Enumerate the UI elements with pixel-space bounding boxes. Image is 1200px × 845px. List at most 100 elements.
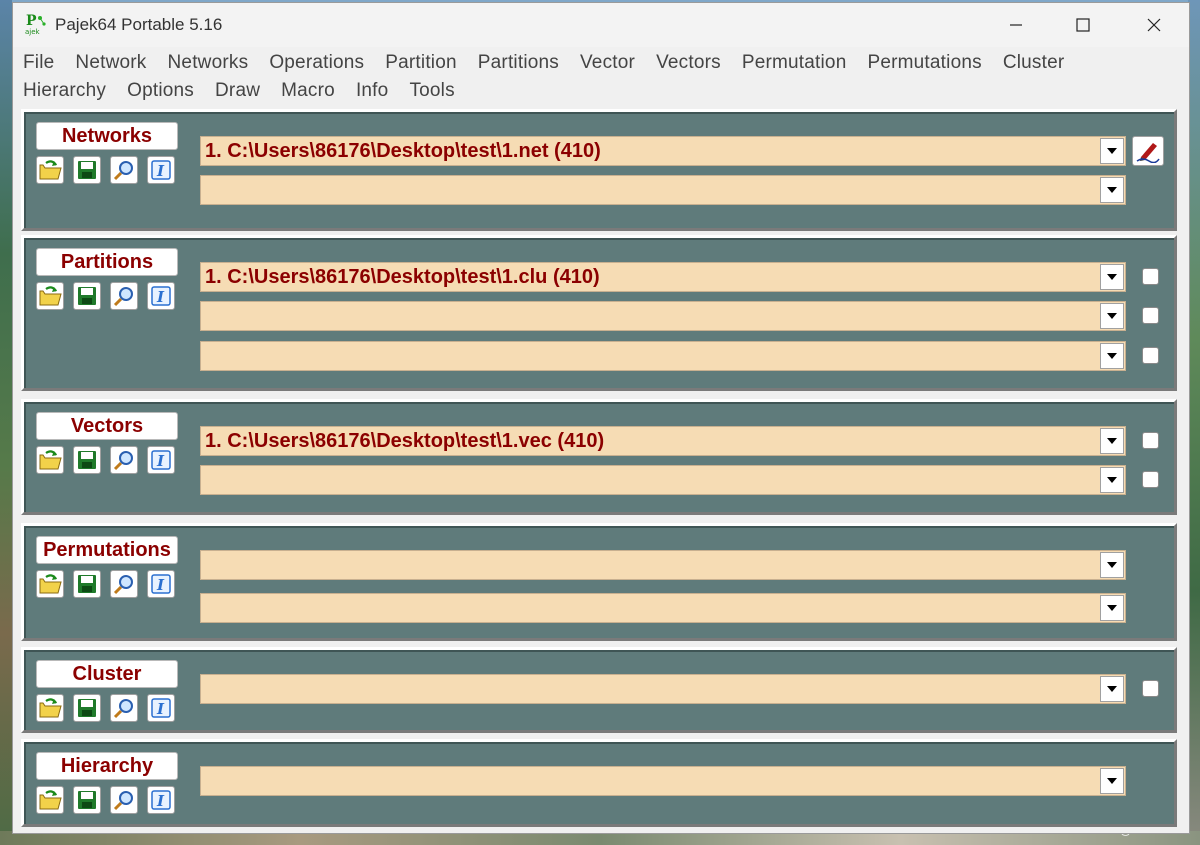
networks-combo-2-dropdown[interactable] [1100, 177, 1124, 203]
networks-open-button[interactable] [36, 156, 64, 184]
permutations-combo-1[interactable] [200, 550, 1126, 580]
partitions-checkbox-1[interactable] [1142, 268, 1159, 285]
menu-permutations[interactable]: Permutations [867, 52, 981, 74]
vectors-view-button[interactable] [110, 446, 138, 474]
cluster-view-button[interactable] [110, 694, 138, 722]
cluster-combo-1-dropdown[interactable] [1100, 676, 1124, 702]
menu-file[interactable]: File [23, 52, 54, 74]
menu-operations[interactable]: Operations [269, 52, 364, 74]
network-edit-button[interactable] [1132, 136, 1164, 166]
menu-macro[interactable]: Macro [281, 80, 335, 102]
networks-save-button[interactable] [73, 156, 101, 184]
vectors-checkbox-2[interactable] [1142, 471, 1159, 488]
hierarchy-combo-1-dropdown[interactable] [1100, 768, 1124, 794]
permutations-save-button[interactable] [73, 570, 101, 598]
maximize-button[interactable] [1060, 3, 1106, 47]
menu-network[interactable]: Network [75, 52, 146, 74]
menu-row-1: File Network Networks Operations Partiti… [23, 49, 1189, 77]
vectors-combo-1-dropdown[interactable] [1100, 428, 1124, 454]
permutations-combo-2[interactable] [200, 593, 1126, 623]
hierarchy-info-button[interactable]: I [147, 786, 175, 814]
partitions-combo-3-dropdown[interactable] [1100, 343, 1124, 369]
chevron-down-icon [1107, 274, 1117, 280]
partitions-toolbar: I [36, 282, 175, 310]
hierarchy-panel: Hierarchy I [21, 739, 1177, 827]
permutations-info-button[interactable]: I [147, 570, 175, 598]
partitions-combo-1-dropdown[interactable] [1100, 264, 1124, 290]
networks-view-button[interactable] [110, 156, 138, 184]
menu-networks[interactable]: Networks [168, 52, 249, 74]
save-disk-icon [78, 699, 96, 717]
vectors-panel: Vectors I 1. C:\Users\86176\Desktop\test… [21, 399, 1177, 515]
permutations-combo-2-dropdown[interactable] [1100, 595, 1124, 621]
networks-combo-1[interactable]: 1. C:\Users\86176\Desktop\test\1.net (41… [200, 136, 1126, 166]
menu-tools[interactable]: Tools [409, 80, 454, 102]
open-folder-icon [39, 790, 62, 810]
vectors-button[interactable]: Vectors [36, 412, 178, 440]
permutations-button[interactable]: Permutations [36, 536, 178, 564]
save-disk-icon [78, 575, 96, 593]
partitions-button[interactable]: Partitions [36, 248, 178, 276]
networks-combo-2[interactable] [200, 175, 1126, 205]
minimize-icon [1010, 24, 1022, 26]
save-disk-icon [78, 287, 96, 305]
cluster-combo-1[interactable] [200, 674, 1126, 704]
permutations-view-button[interactable] [110, 570, 138, 598]
networks-combo-1-dropdown[interactable] [1100, 138, 1124, 164]
hierarchy-combo-1[interactable] [200, 766, 1126, 796]
menu-vectors[interactable]: Vectors [656, 52, 721, 74]
networks-combo-1-value: 1. C:\Users\86176\Desktop\test\1.net (41… [205, 140, 601, 162]
menu-partitions[interactable]: Partitions [478, 52, 559, 74]
partitions-checkbox-3[interactable] [1142, 347, 1159, 364]
hierarchy-save-button[interactable] [73, 786, 101, 814]
menu-info[interactable]: Info [356, 80, 389, 102]
partitions-combo-2[interactable] [200, 301, 1126, 331]
hierarchy-open-button[interactable] [36, 786, 64, 814]
menu-draw[interactable]: Draw [215, 80, 260, 102]
cluster-open-button[interactable] [36, 694, 64, 722]
partitions-panel: Partitions I 1. C:\Users\86176\Desktop\t… [21, 235, 1177, 391]
vectors-save-button[interactable] [73, 446, 101, 474]
vectors-combo-1-value: 1. C:\Users\86176\Desktop\test\1.vec (41… [205, 430, 605, 452]
permutations-open-button[interactable] [36, 570, 64, 598]
svg-text:ajek: ajek [25, 28, 41, 36]
vectors-checkbox-1[interactable] [1142, 432, 1159, 449]
minimize-button[interactable] [993, 3, 1039, 47]
cluster-info-button[interactable]: I [147, 694, 175, 722]
vectors-combo-2[interactable] [200, 465, 1126, 495]
vectors-open-button[interactable] [36, 446, 64, 474]
close-button[interactable] [1131, 3, 1177, 47]
cluster-toolbar: I [36, 694, 175, 722]
partitions-combo-2-dropdown[interactable] [1100, 303, 1124, 329]
menu-cluster[interactable]: Cluster [1003, 52, 1065, 74]
menu-hierarchy[interactable]: Hierarchy [23, 80, 106, 102]
partitions-save-button[interactable] [73, 282, 101, 310]
maximize-icon [1076, 18, 1090, 32]
hierarchy-view-button[interactable] [110, 786, 138, 814]
networks-info-button[interactable]: I [147, 156, 175, 184]
menu-options[interactable]: Options [127, 80, 194, 102]
partitions-info-button[interactable]: I [147, 282, 175, 310]
vectors-combo-1[interactable]: 1. C:\Users\86176\Desktop\test\1.vec (41… [200, 426, 1126, 456]
cluster-save-button[interactable] [73, 694, 101, 722]
cluster-button[interactable]: Cluster [36, 660, 178, 688]
info-icon: I [151, 160, 171, 180]
partitions-combo-3[interactable] [200, 341, 1126, 371]
menu-partition[interactable]: Partition [385, 52, 457, 74]
cluster-checkbox-1[interactable] [1142, 680, 1159, 697]
networks-button[interactable]: Networks [36, 122, 178, 150]
partitions-view-button[interactable] [110, 282, 138, 310]
open-folder-icon [39, 160, 62, 180]
save-disk-icon [78, 791, 96, 809]
vectors-combo-2-dropdown[interactable] [1100, 467, 1124, 493]
permutations-combo-1-dropdown[interactable] [1100, 552, 1124, 578]
vectors-info-button[interactable]: I [147, 446, 175, 474]
menu-vector[interactable]: Vector [580, 52, 635, 74]
partitions-open-button[interactable] [36, 282, 64, 310]
hierarchy-button[interactable]: Hierarchy [36, 752, 178, 780]
title-bar[interactable]: P ajek Pajek64 Portable 5.16 [13, 3, 1189, 47]
desktop-background-left [0, 0, 12, 845]
partitions-combo-1[interactable]: 1. C:\Users\86176\Desktop\test\1.clu (41… [200, 262, 1126, 292]
partitions-checkbox-2[interactable] [1142, 307, 1159, 324]
menu-permutation[interactable]: Permutation [742, 52, 847, 74]
